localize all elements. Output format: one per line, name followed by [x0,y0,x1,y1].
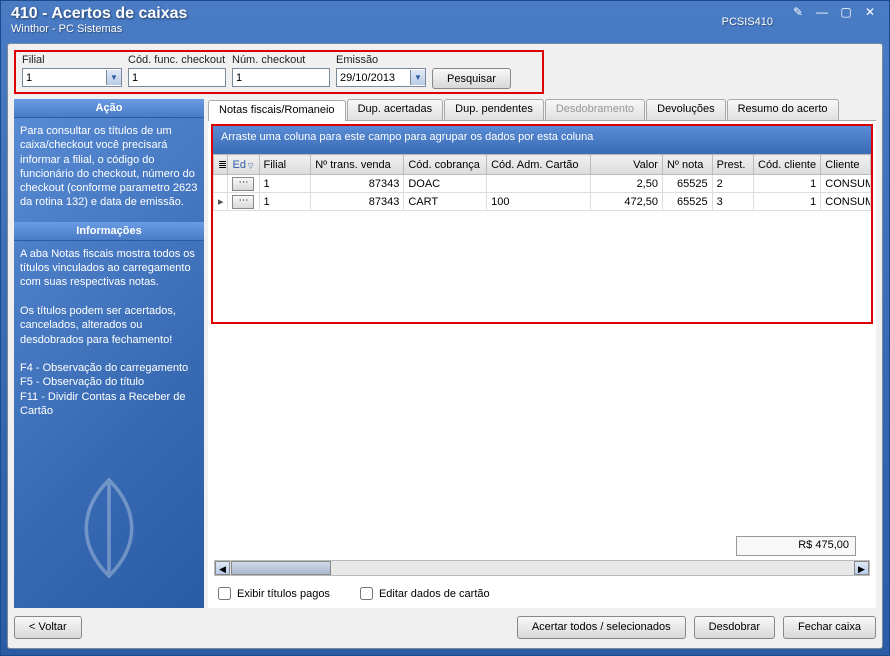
horizontal-scrollbar[interactable]: ◀ ▶ [214,560,870,576]
col-cliente[interactable]: Cliente [821,155,871,175]
cell-trans: 87343 [311,193,404,211]
filial-label: Filial [22,54,122,66]
edit-row-button[interactable]: ⋯ [232,195,254,209]
titlebar: 410 - Acertos de caixas Winthor - PC Sis… [1,1,889,43]
cell-prest: 3 [712,193,753,211]
fechar-caixa-button[interactable]: Fechar caixa [783,616,876,639]
check-cartao-input[interactable] [360,587,373,600]
col-ed[interactable]: Ed▽ [228,155,259,175]
leaf-icon [49,468,169,588]
cell-codcli: 1 [754,175,821,193]
cell-prest: 2 [712,175,753,193]
cell-valor: 472,50 [590,193,662,211]
col-valor[interactable]: Valor [590,155,662,175]
grid-header-row: ≣ Ed▽ Filial Nº trans. venda Cód. cobran… [214,155,871,175]
numcheckout-label: Núm. checkout [232,54,330,66]
cell-trans: 87343 [311,175,404,193]
bottom-bar: < Voltar Acertar todos / selecionados De… [14,612,876,642]
sidebar: Ação Para consultar os títulos de um cai… [14,99,204,608]
sidebar-info-text2: Os títulos podem ser acertados, cancelad… [20,304,198,347]
check-pagos-input[interactable] [218,587,231,600]
codfunc-label: Cód. func. checkout [128,54,226,66]
close-icon[interactable]: ✕ [861,5,879,20]
tab-notas-fiscais[interactable]: Notas fiscais/Romaneio [208,100,346,121]
pesquisar-button[interactable]: Pesquisar [432,68,511,89]
col-filial[interactable]: Filial [259,155,311,175]
checkbox-row: Exibir títulos pagos Editar dados de car… [218,587,490,600]
minimize-icon[interactable]: — [813,5,831,20]
cell-valor: 2,50 [590,175,662,193]
sort-asc-icon: ▽ [248,163,253,170]
emissao-label: Emissão [336,54,426,66]
tab-dup-pendentes[interactable]: Dup. pendentes [444,99,544,120]
table-row[interactable]: ▸ ⋯ 1 87343 CART 100 472,50 65525 3 1 CO… [214,193,871,211]
col-trans[interactable]: Nº trans. venda [311,155,404,175]
tab-desdobramento: Desdobramento [545,99,645,120]
window-code: PCSIS410 [722,16,773,28]
cell-cobranca: DOAC [404,175,487,193]
numcheckout-input[interactable] [232,68,330,87]
total-box: R$ 475,00 [736,536,856,556]
col-prest[interactable]: Prest. [712,155,753,175]
col-cobranca[interactable]: Cód. cobrança [404,155,487,175]
col-indicator[interactable]: ≣ [214,155,228,175]
grid-group-hint[interactable]: Arraste uma coluna para este campo para … [213,126,871,154]
voltar-button[interactable]: < Voltar [14,616,82,639]
sidebar-acao-header: Ação [14,99,204,118]
cell-cobranca: CART [404,193,487,211]
cell-codcli: 1 [754,193,821,211]
row-indicator-current: ▸ [214,193,228,211]
window-title: 410 - Acertos de caixas [11,5,187,23]
acertar-button[interactable]: Acertar todos / selecionados [517,616,686,639]
table-row[interactable]: ⋯ 1 87343 DOAC 2,50 65525 2 1 CONSUM [214,175,871,193]
tab-resumo[interactable]: Resumo do acerto [727,99,839,120]
tab-strip: Notas fiscais/Romaneio Dup. acertadas Du… [208,99,876,121]
desdobrar-button[interactable]: Desdobrar [694,616,775,639]
col-codcli[interactable]: Cód. cliente [754,155,821,175]
chevron-down-icon[interactable]: ▼ [106,70,121,85]
sidebar-info-body: A aba Notas fiscais mostra todos os títu… [14,241,204,425]
data-grid: ≣ Ed▽ Filial Nº trans. venda Cód. cobran… [213,154,871,211]
sidebar-info-header: Informações [14,222,204,241]
cell-filial: 1 [259,193,311,211]
maximize-icon[interactable]: ▢ [837,5,855,20]
filial-combo[interactable]: 1 ▼ [22,68,122,87]
row-indicator [214,175,228,193]
cell-cliente: CONSUM [821,175,871,193]
filter-bar: Filial 1 ▼ Cód. func. checkout Núm. chec… [14,50,544,94]
grid-container: Arraste uma coluna para este campo para … [211,124,873,324]
edit-icon[interactable]: ✎ [789,5,807,20]
check-cartao[interactable]: Editar dados de cartão [360,587,490,600]
cell-nota: 65525 [662,193,712,211]
emissao-date[interactable]: 29/10/2013 ▼ [336,68,426,87]
tab-devolucoes[interactable]: Devoluções [646,99,725,120]
cell-filial: 1 [259,175,311,193]
main-area: Notas fiscais/Romaneio Dup. acertadas Du… [208,99,876,608]
app-window: 410 - Acertos de caixas Winthor - PC Sis… [0,0,890,656]
content-area: Filial 1 ▼ Cód. func. checkout Núm. chec… [7,43,883,649]
col-nota[interactable]: Nº nota [662,155,712,175]
edit-row-button[interactable]: ⋯ [232,177,254,191]
tab-dup-acertadas[interactable]: Dup. acertadas [347,99,444,120]
scroll-left-icon[interactable]: ◀ [215,561,230,575]
cell-cartao [487,175,590,193]
sidebar-acao-text: Para consultar os títulos de um caixa/ch… [14,118,204,216]
cell-cartao: 100 [487,193,590,211]
codfunc-input[interactable] [128,68,226,87]
scroll-thumb[interactable] [231,561,331,575]
scroll-right-icon[interactable]: ▶ [854,561,869,575]
cell-cliente: CONSUM [821,193,871,211]
sidebar-info-text3: F4 - Observação do carregamento F5 - Obs… [20,361,198,418]
cell-nota: 65525 [662,175,712,193]
col-cartao[interactable]: Cód. Adm. Cartão [487,155,590,175]
window-subtitle: Winthor - PC Sistemas [11,23,187,35]
chevron-down-icon[interactable]: ▼ [410,70,425,85]
sidebar-info-text1: A aba Notas fiscais mostra todos os títu… [20,247,198,290]
check-pagos[interactable]: Exibir títulos pagos [218,587,330,600]
